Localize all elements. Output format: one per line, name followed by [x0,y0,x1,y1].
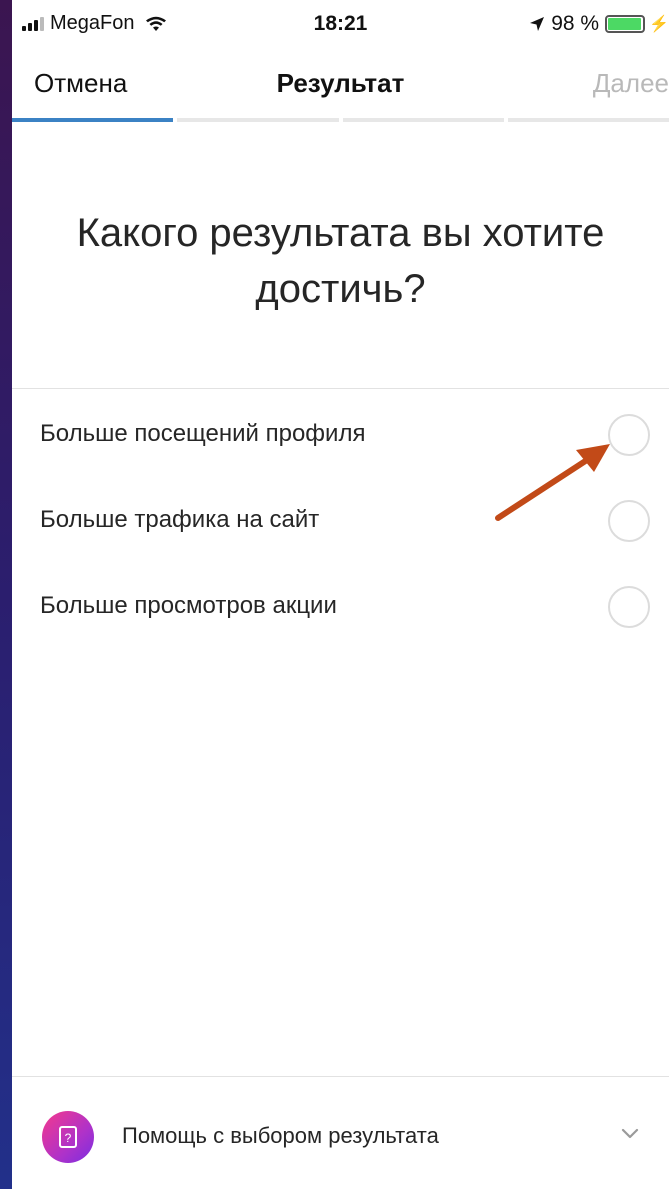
question-line-1: Какого результата вы хотите [76,211,605,255]
charging-bolt-icon: ⚡ [649,16,669,33]
radio-button[interactable] [608,500,650,542]
status-right: 98 % ⚡ [529,12,669,36]
radio-button[interactable] [608,414,650,456]
location-arrow-icon [530,17,545,31]
phone-screen: MegaFon 18:21 98 % ⚡ Отмена Результат Да… [12,0,669,1189]
radio-button[interactable] [608,586,650,628]
signal-icon [22,16,44,31]
divider [12,388,669,389]
next-button[interactable]: Далее [593,68,669,99]
step-progress [12,118,669,122]
option-label: Больше посещений профиля [40,420,366,447]
progress-step [177,118,339,122]
cancel-button[interactable]: Отмена [34,68,127,99]
nav-bar: Отмена Результат Далее [12,50,669,118]
svg-text:?: ? [65,1131,72,1145]
help-label: Помощь с выбором результата [122,1123,439,1148]
battery-icon [605,15,646,33]
progress-step [342,118,504,122]
option-promotion-views[interactable]: Больше просмотров акции [12,562,669,648]
wifi-icon [145,16,166,31]
progress-step [507,118,669,122]
option-label: Больше просмотров акции [40,592,337,619]
help-row[interactable]: ? Помощь с выбором результата [12,1077,669,1189]
help-book-icon: ? [42,1111,94,1163]
question-heading: Какого результата вы хотите достичь? [12,205,669,317]
chevron-down-icon[interactable] [618,1121,642,1145]
battery-fill [608,18,642,30]
background [0,0,12,1189]
question-line-2: достичь? [255,267,426,311]
progress-step [12,118,174,122]
status-bar: MegaFon 18:21 98 % ⚡ [12,0,669,50]
annotation-arrow-icon [495,444,610,521]
battery-percent: 98 % [551,12,600,35]
status-left: MegaFon [22,12,167,35]
carrier-label: MegaFon [50,12,135,34]
option-label: Больше трафика на сайт [40,506,320,533]
